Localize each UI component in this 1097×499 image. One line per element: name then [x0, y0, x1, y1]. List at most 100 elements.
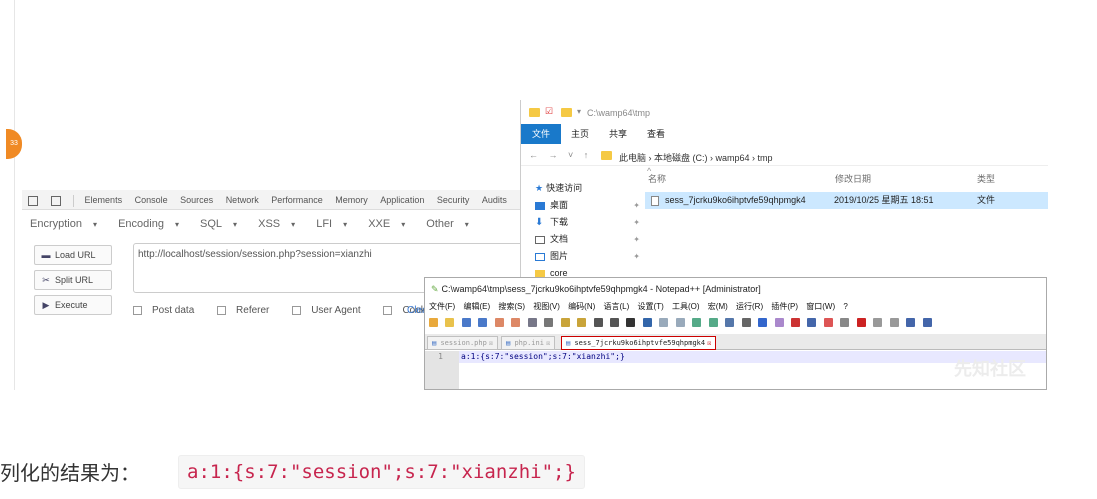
monitor-icon[interactable] — [840, 318, 850, 328]
all-chars-icon[interactable] — [741, 318, 751, 328]
wrap-icon[interactable] — [725, 318, 735, 328]
file-row[interactable]: sess_7jcrku9ko6ihptvfe59qhpmgk4 2019/10/… — [645, 192, 1048, 209]
save-macro-icon[interactable] — [922, 318, 932, 328]
menu-plugins[interactable]: 插件(P) — [771, 302, 798, 311]
nav-item-pictures[interactable]: 图片 ✦ — [535, 248, 640, 265]
load-url-button[interactable]: ▬ Load URL — [34, 245, 112, 265]
tab-share[interactable]: 共享 — [609, 124, 627, 144]
menu-file[interactable]: 文件(F) — [429, 302, 455, 311]
checkbox[interactable] — [292, 305, 302, 315]
close-all-icon[interactable] — [511, 318, 521, 328]
tab-elements[interactable]: Elements — [85, 190, 123, 210]
cut-icon[interactable] — [544, 318, 554, 328]
checkbox[interactable] — [217, 305, 227, 315]
zoom-in-icon[interactable] — [659, 318, 669, 328]
menu-window[interactable]: 窗口(W) — [806, 302, 835, 311]
tab-view[interactable]: 查看 — [647, 124, 665, 144]
nav-item-documents[interactable]: 文档 ✦ — [535, 231, 640, 248]
nav-item-downloads[interactable]: ⬇ 下载 ✦ — [535, 214, 640, 231]
menu-settings[interactable]: 设置(T) — [638, 302, 664, 311]
replace-icon[interactable] — [642, 318, 652, 328]
option-user-agent[interactable]: User Agent — [292, 305, 370, 316]
tab-audits[interactable]: Audits — [482, 190, 507, 210]
menu-tools[interactable]: 工具(O) — [672, 302, 700, 311]
redo-icon[interactable] — [609, 318, 619, 328]
divider — [73, 194, 75, 207]
tab-session-php[interactable]: ▤ session.php ☒ — [427, 336, 499, 350]
tab-file[interactable]: 文件 — [521, 124, 561, 144]
open-file-icon[interactable] — [445, 318, 455, 328]
close-icon[interactable] — [494, 318, 504, 328]
menu-encryption[interactable]: Encryption ▾ — [30, 213, 106, 236]
col-type[interactable]: 类型 — [977, 172, 995, 185]
option-referer[interactable]: Referer — [217, 305, 279, 316]
menu-run[interactable]: 运行(R) — [736, 302, 763, 311]
menu-other[interactable]: Other ▾ — [426, 213, 478, 236]
tab-network[interactable]: Network — [226, 190, 259, 210]
zoom-out-icon[interactable] — [675, 318, 685, 328]
print-icon[interactable] — [527, 318, 537, 328]
close-tab-icon[interactable]: ☒ — [489, 339, 493, 347]
tab-sess-file[interactable]: ▤ sess_7jcrku9ko6ihptvfe59qhpmgk4 ☒ — [561, 336, 717, 350]
tab-application[interactable]: Application — [380, 190, 424, 210]
save-icon[interactable] — [461, 318, 471, 328]
menu-search[interactable]: 搜索(S) — [498, 302, 525, 311]
checkbox[interactable] — [133, 305, 142, 315]
col-date[interactable]: 修改日期 — [835, 172, 871, 185]
menu-view[interactable]: 视图(V) — [533, 302, 560, 311]
indent-guide-icon[interactable] — [758, 318, 768, 328]
properties-icon[interactable]: ☑ — [545, 106, 553, 117]
breadcrumb[interactable]: 此电脑 › 本地磁盘 (C:) › wamp64 › tmp — [619, 151, 773, 164]
col-name[interactable]: 名称 — [648, 172, 666, 185]
paste-icon[interactable] — [577, 318, 587, 328]
menu-help[interactable]: ? — [843, 302, 847, 311]
menu-sql[interactable]: SQL ▾ — [200, 213, 246, 236]
menu-encoding[interactable]: 编码(N) — [568, 302, 595, 311]
play-macro-icon[interactable] — [889, 318, 899, 328]
copy-icon[interactable] — [560, 318, 570, 328]
tab-security[interactable]: Security — [437, 190, 470, 210]
tab-php-ini[interactable]: ▤ php.ini ☒ — [501, 336, 556, 350]
save-all-icon[interactable] — [478, 318, 488, 328]
lang-icon[interactable] — [774, 318, 784, 328]
new-folder-icon[interactable] — [561, 108, 572, 117]
tab-home[interactable]: 主页 — [571, 124, 589, 144]
option-post-data[interactable]: Post data — [133, 305, 204, 316]
nav-item-desktop[interactable]: 桌面 ✦ — [535, 197, 640, 214]
side-badge[interactable]: 33 — [6, 129, 22, 159]
chevron-down-icon: ▾ — [401, 220, 406, 229]
menu-lfi[interactable]: LFI ▾ — [316, 213, 356, 236]
folder-workspace-icon[interactable] — [823, 318, 833, 328]
editor-area[interactable]: 1 a:1:{s:7:"session";s:7:"xianzhi";} — [425, 351, 1046, 389]
close-tab-icon[interactable]: ☒ — [546, 339, 550, 347]
quick-access[interactable]: ★ 快速访问 — [535, 180, 640, 197]
device-toolbar-icon[interactable] — [50, 195, 61, 206]
tab-console[interactable]: Console — [135, 190, 168, 210]
find-icon[interactable] — [626, 318, 636, 328]
menu-encoding[interactable]: Encoding ▾ — [118, 213, 188, 236]
run-macro-icon[interactable] — [906, 318, 916, 328]
record-macro-icon[interactable] — [856, 318, 866, 328]
tab-performance[interactable]: Performance — [271, 190, 323, 210]
menu-xxe[interactable]: XXE ▾ — [368, 213, 414, 236]
menu-xss[interactable]: XSS ▾ — [258, 213, 304, 236]
menu-edit[interactable]: 编辑(E) — [463, 302, 490, 311]
execute-button[interactable]: ▶ Execute — [34, 295, 112, 315]
close-tab-icon[interactable]: ☒ — [707, 339, 711, 347]
sync-v-icon[interactable] — [692, 318, 702, 328]
sync-h-icon[interactable] — [708, 318, 718, 328]
menu-language[interactable]: 语言(L) — [604, 302, 630, 311]
tab-sources[interactable]: Sources — [180, 190, 213, 210]
nav-buttons[interactable]: ← → ˅ ↑ — [529, 150, 592, 160]
menu-macro[interactable]: 宏(M) — [708, 302, 728, 311]
stop-macro-icon[interactable] — [873, 318, 883, 328]
checkbox[interactable] — [383, 305, 393, 315]
split-url-button[interactable]: ✂ Split URL — [34, 270, 112, 290]
inspect-icon[interactable] — [28, 195, 38, 206]
doc-map-icon[interactable] — [790, 318, 800, 328]
tab-memory[interactable]: Memory — [335, 190, 368, 210]
undo-icon[interactable] — [593, 318, 603, 328]
dropdown-icon[interactable]: ▾ — [577, 107, 581, 116]
function-list-icon[interactable] — [807, 318, 817, 328]
new-file-icon[interactable] — [429, 318, 438, 328]
